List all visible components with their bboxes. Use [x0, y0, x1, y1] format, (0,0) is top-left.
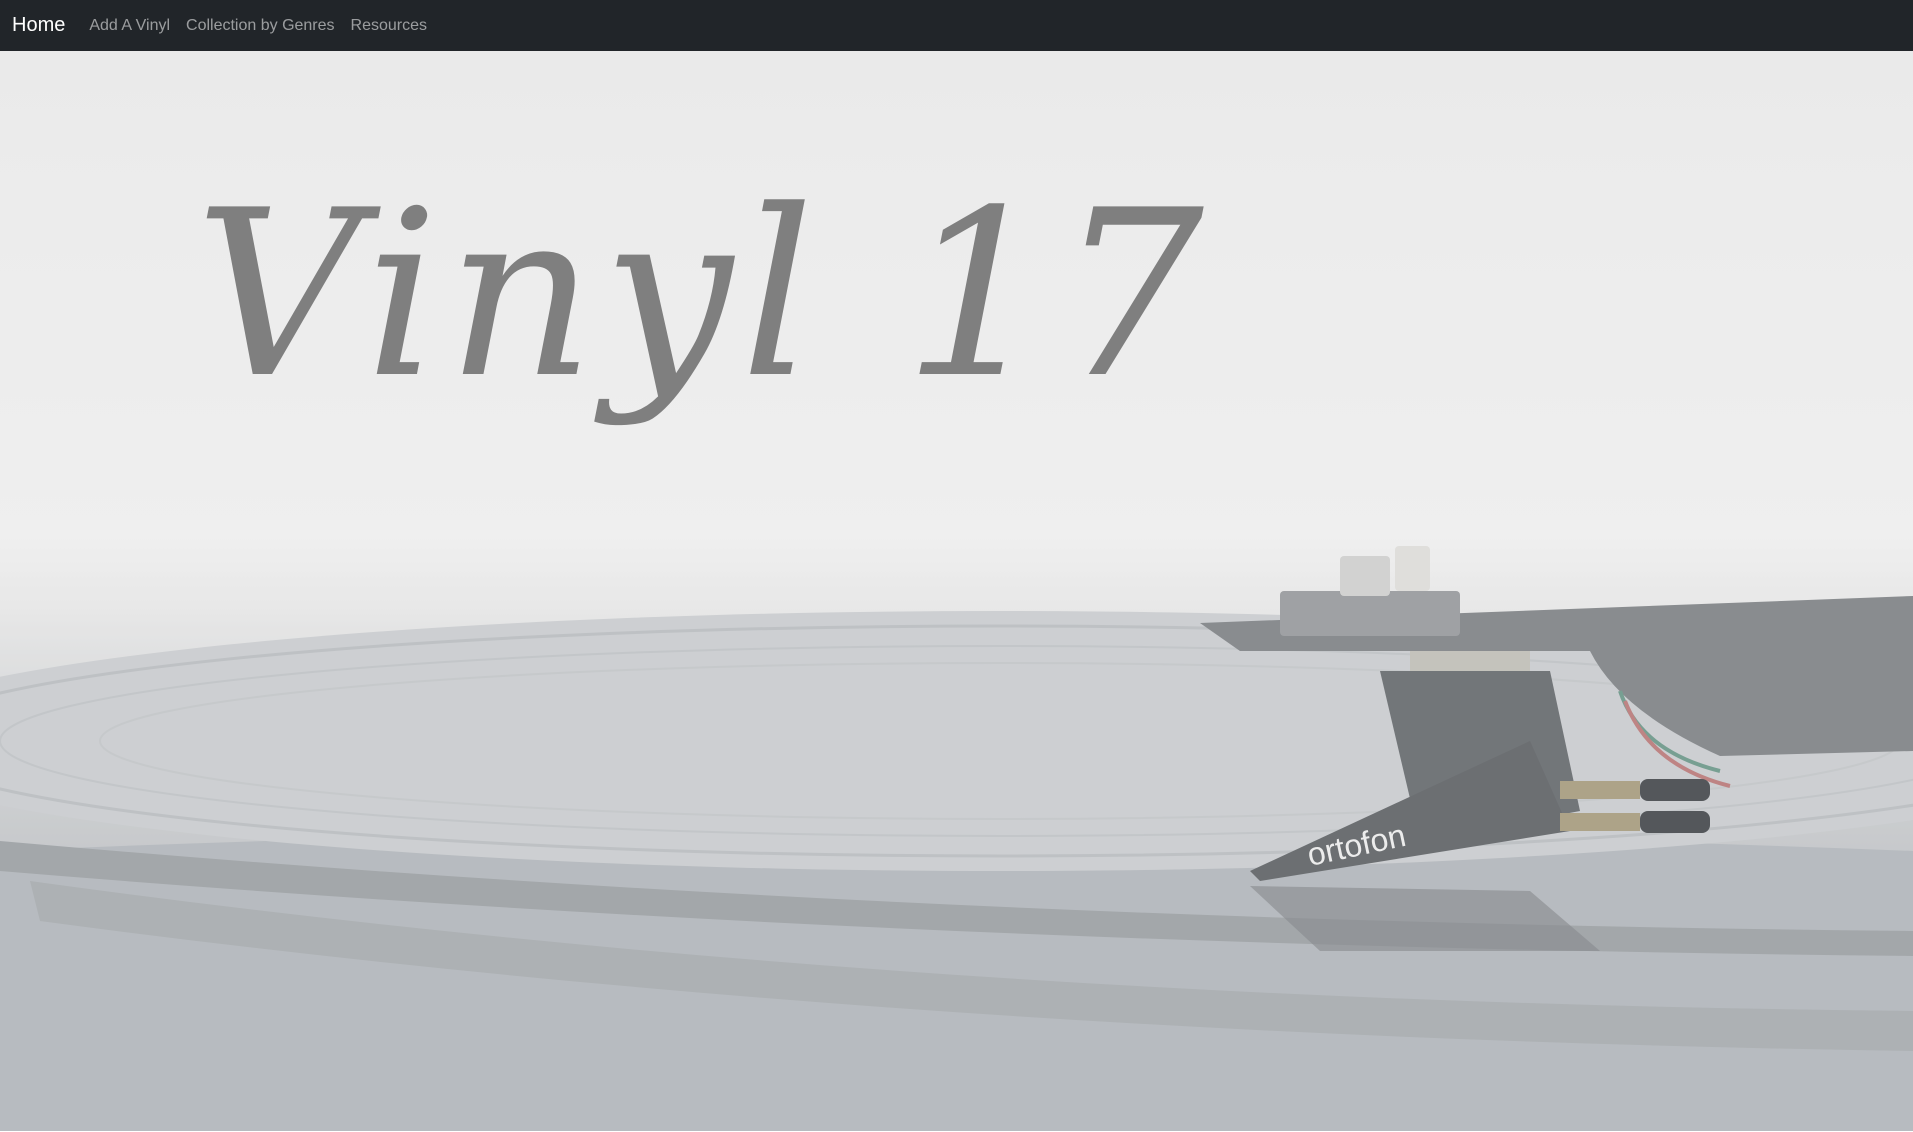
nav-collection-by-genres-link[interactable]: Collection by Genres [186, 17, 335, 35]
hero-title: Vinyl 17 [195, 162, 1213, 429]
nav-resources-link[interactable]: Resources [351, 17, 427, 35]
nav-home-link[interactable]: Home [12, 14, 65, 37]
nav-add-vinyl-link[interactable]: Add A Vinyl [89, 17, 170, 35]
top-navbar: Home Add A Vinyl Collection by Genres Re… [0, 0, 1913, 51]
hero-banner: ortofon Vinyl 17 [0, 51, 1913, 1131]
